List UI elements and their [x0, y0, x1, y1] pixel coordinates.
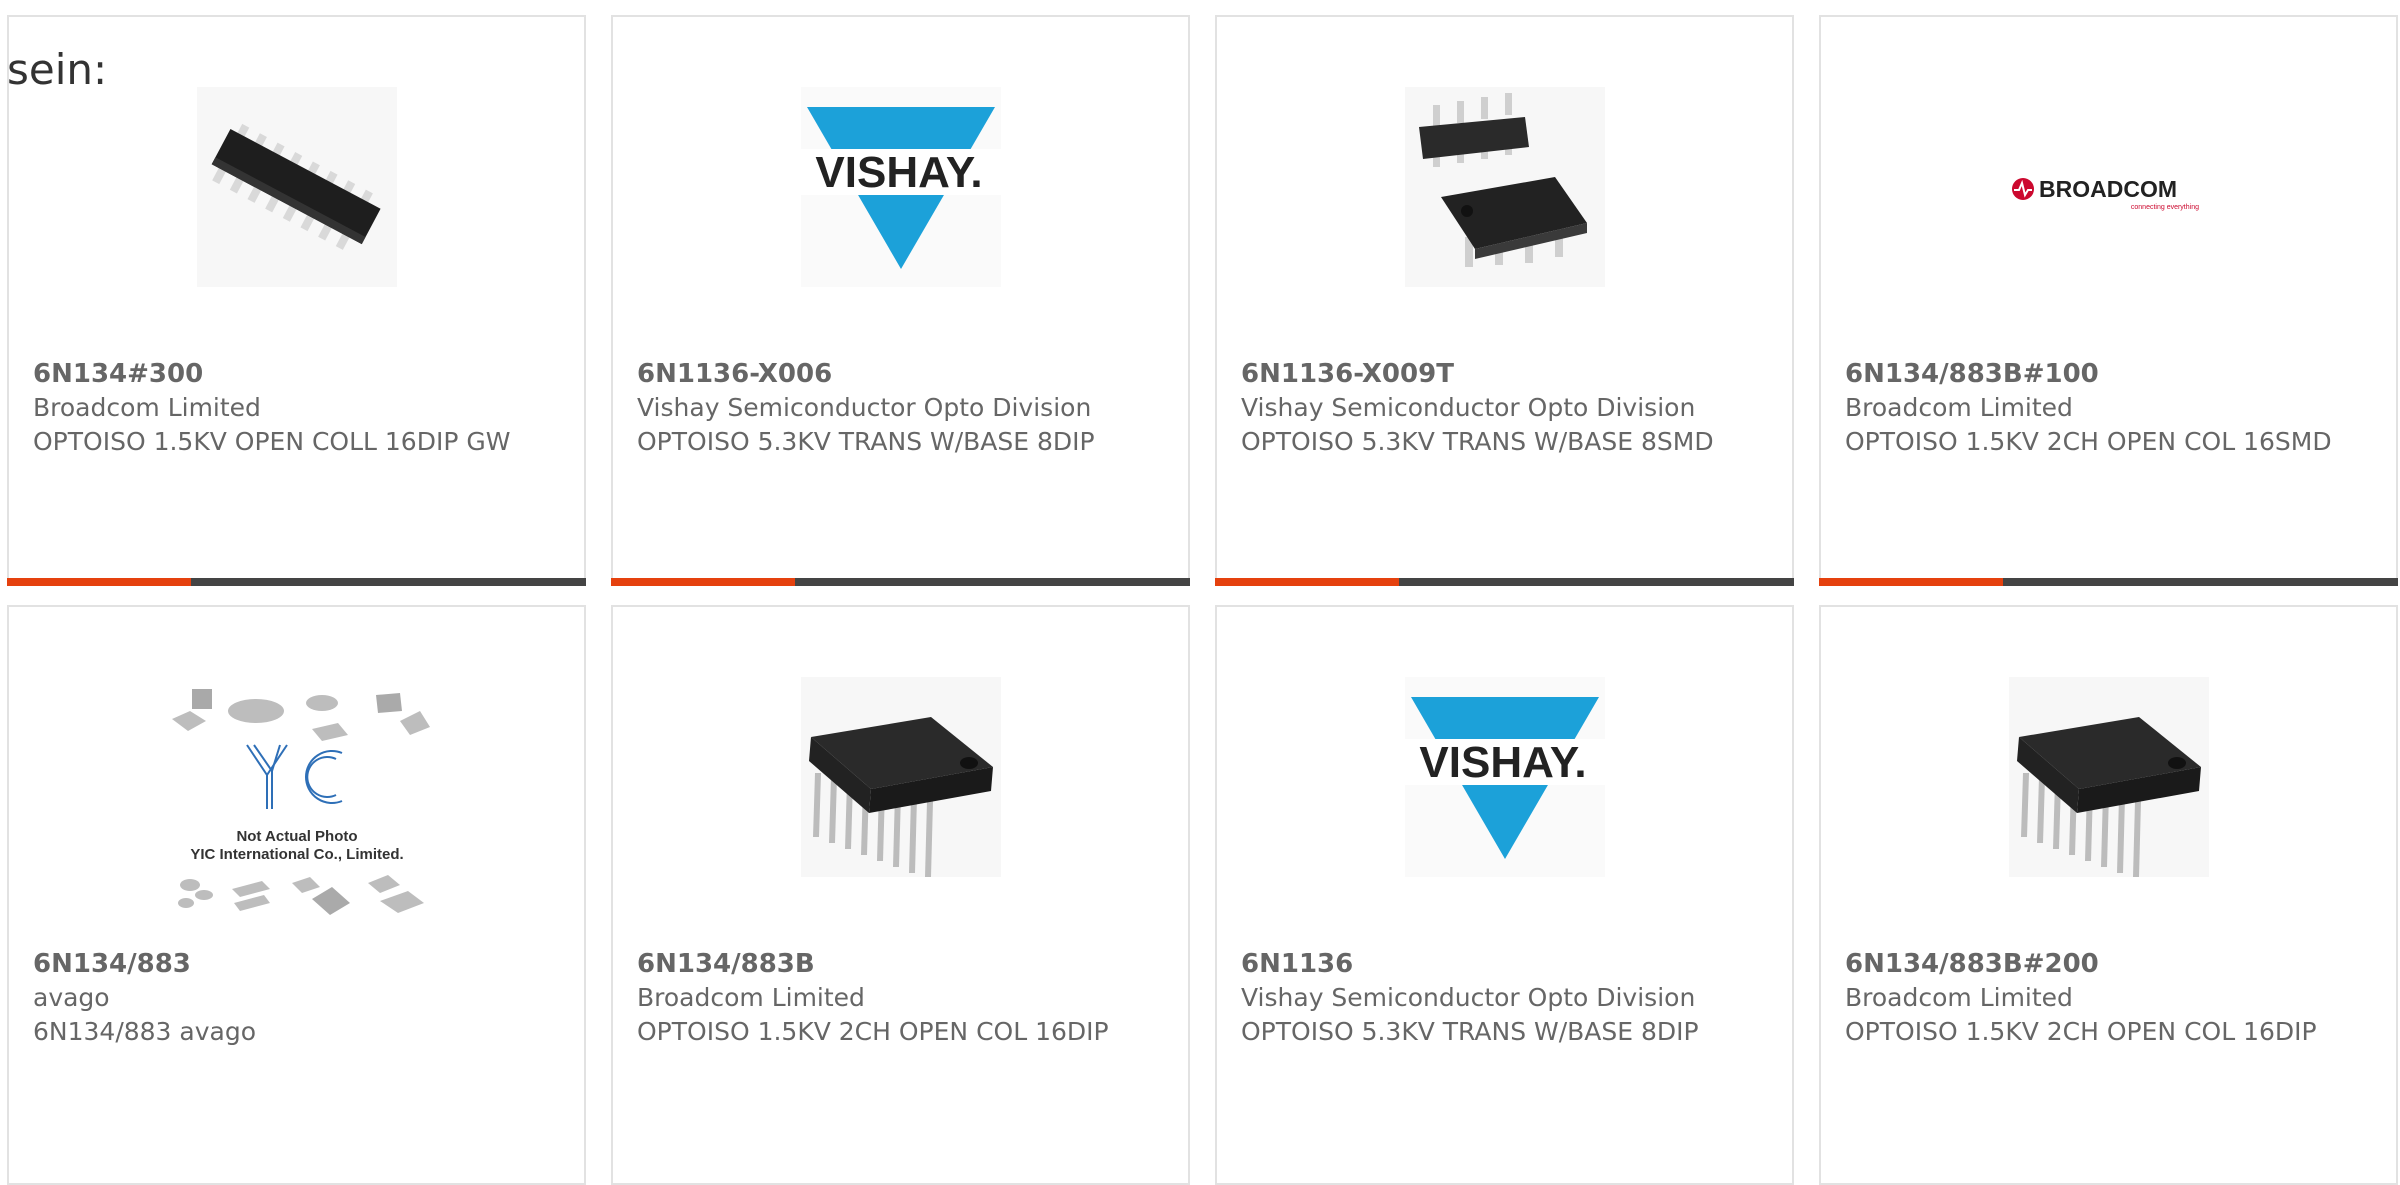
product-grid: 6N134#300 Broadcom Limited OPTOISO 1.5KV… — [0, 0, 2400, 1185]
vishay-logo-text: VISHAY. — [1419, 738, 1586, 787]
manufacturer: Vishay Semiconductor Opto Division — [1241, 983, 1696, 1012]
manufacturer: Vishay Semiconductor Opto Division — [1241, 393, 1696, 422]
card-bar — [611, 578, 1190, 586]
dip8-chips-icon — [1404, 87, 1605, 287]
manufacturer: Vishay Semiconductor Opto Division — [637, 393, 1092, 422]
product-card[interactable]: 6N134/883B#200 Broadcom Limited OPTOISO … — [1819, 605, 2398, 1185]
placeholder-line2: YIC International Co., Limited. — [190, 846, 403, 863]
product-card[interactable]: BROADCOM connecting everything 6N134/883… — [1819, 15, 2398, 586]
broadcom-tagline: connecting everything — [2130, 204, 2198, 211]
card-bar-accent — [1215, 578, 1399, 586]
placeholder-photo: Not Actual Photo YIC International Co., … — [161, 689, 432, 929]
broadcom-logo-text: BROADCOM — [2039, 176, 2177, 202]
description: OPTOISO 1.5KV 2CH OPEN COL 16DIP — [1845, 1017, 2317, 1046]
product-card[interactable]: 6N1136-X009T Vishay Semiconductor Opto D… — [1215, 15, 1794, 586]
product-card[interactable]: Not Actual Photo YIC International Co., … — [7, 605, 586, 1185]
card-bar — [1819, 578, 2398, 586]
part-number[interactable]: 6N134#300 — [33, 357, 564, 391]
placeholder-line1: Not Actual Photo — [236, 828, 357, 845]
description: 6N134/883 avago — [33, 1017, 257, 1046]
part-number[interactable]: 6N134/883B#100 — [1845, 357, 2376, 391]
vishay-logo-text: VISHAY. — [815, 148, 982, 197]
part-number[interactable]: 6N1136 — [1241, 947, 1772, 981]
part-number[interactable]: 6N134/883B — [637, 947, 1168, 981]
description: OPTOISO 5.3KV TRANS W/BASE 8SMD — [1241, 427, 1714, 456]
card-bar-accent — [1819, 578, 2003, 586]
vishay-logo: VISHAY. — [800, 87, 1001, 287]
dip16-chip-icon — [2008, 677, 2209, 877]
manufacturer: Broadcom Limited — [1845, 983, 2073, 1012]
product-card[interactable]: VISHAY. 6N1136-X006 Vishay Semiconductor… — [611, 15, 1190, 586]
product-card[interactable]: 6N134#300 Broadcom Limited OPTOISO 1.5KV… — [7, 15, 586, 586]
manufacturer: Broadcom Limited — [637, 983, 865, 1012]
part-number[interactable]: 6N1136-X006 — [637, 357, 1168, 391]
product-card[interactable]: 6N134/883B Broadcom Limited OPTOISO 1.5K… — [611, 605, 1190, 1185]
part-number[interactable]: 6N134/883B#200 — [1845, 947, 2376, 981]
description: OPTOISO 1.5KV 2CH OPEN COL 16SMD — [1845, 427, 2332, 456]
intro-text: sein: — [7, 45, 108, 94]
part-number[interactable]: 6N134/883 — [33, 947, 564, 981]
manufacturer: Broadcom Limited — [1845, 393, 2073, 422]
broadcom-logo: BROADCOM connecting everything — [2008, 87, 2209, 287]
card-bar — [7, 578, 586, 586]
dip16-chip-icon — [800, 677, 1001, 877]
product-card[interactable]: VISHAY. 6N1136 Vishay Semiconductor Opto… — [1215, 605, 1794, 1185]
description: OPTOISO 5.3KV TRANS W/BASE 8DIP — [637, 427, 1095, 456]
manufacturer: avago — [33, 983, 110, 1012]
description: OPTOISO 1.5KV OPEN COLL 16DIP GW — [33, 427, 511, 456]
card-bar — [1215, 578, 1794, 586]
description: OPTOISO 5.3KV TRANS W/BASE 8DIP — [1241, 1017, 1699, 1046]
manufacturer: Broadcom Limited — [33, 393, 261, 422]
description: OPTOISO 1.5KV 2CH OPEN COL 16DIP — [637, 1017, 1109, 1046]
card-bar-accent — [611, 578, 795, 586]
dip16-chip-angled-icon — [196, 87, 397, 287]
card-bar-accent — [7, 578, 191, 586]
vishay-logo: VISHAY. — [1404, 677, 1605, 877]
part-number[interactable]: 6N1136-X009T — [1241, 357, 1772, 391]
